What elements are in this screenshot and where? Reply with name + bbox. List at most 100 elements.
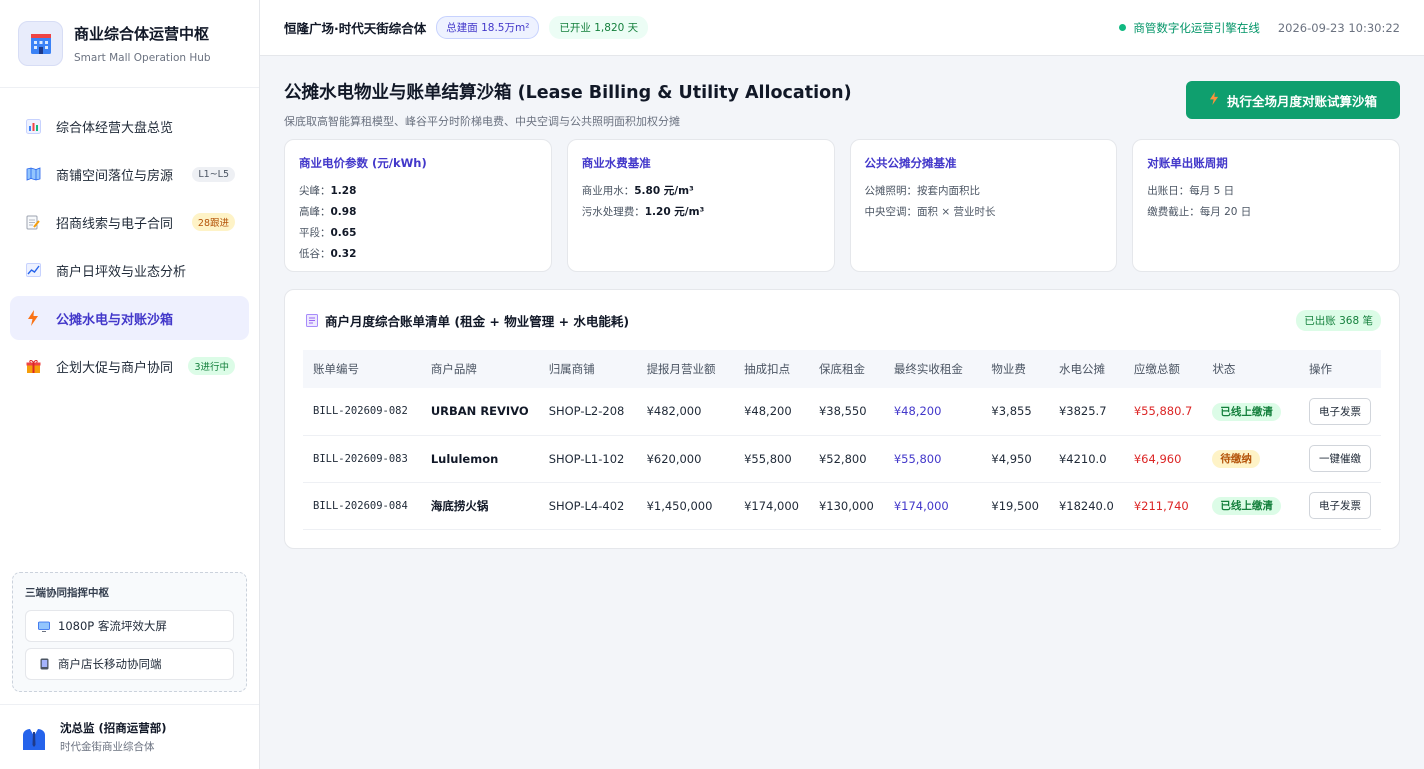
bill-id: BILL-202609-084 (303, 482, 421, 530)
commission: ¥48,200 (734, 388, 809, 436)
bar-chart-icon (24, 117, 42, 135)
table-header: 商户月度综合账单清单 (租金 + 物业管理 + 水电能耗) 已出账 368 笔 (303, 290, 1381, 350)
user-name: 沈总监 (招商运营部) (60, 721, 167, 735)
base-rent: ¥52,800 (808, 435, 884, 483)
final-rent: ¥48,200 (883, 388, 982, 436)
card-title: 对账单出账周期 (1147, 156, 1228, 170)
e-invoice-button[interactable]: 电子发票 (1309, 492, 1371, 519)
base-rent: ¥130,000 (808, 482, 884, 530)
map-icon (24, 165, 42, 183)
col-status: 状态 (1212, 362, 1236, 376)
run-reconciliation-button[interactable]: 执行全场月度对账试算沙箱 (1186, 81, 1400, 119)
rate-row-peak: 尖峰：1.28 (299, 185, 357, 197)
sidebar-item-leads-contracts[interactable]: 招商线索与电子合同 28跟进 (10, 200, 249, 244)
contract-icon (24, 213, 42, 231)
status-cell: 已线上缴清 (1202, 388, 1299, 436)
sidebar-item-utility-billing[interactable]: 公摊水电与对账沙箱 (10, 296, 249, 340)
tenant-brand: Lululemon (420, 435, 539, 483)
rate-row-valley: 低谷：0.32 (299, 248, 357, 260)
area-pill: 总建面 18.5万m² (436, 16, 540, 39)
billed-count-badge: 已出账 368 笔 (1296, 309, 1381, 331)
total-due: ¥211,740 (1123, 482, 1203, 530)
billing-table-card: 商户月度综合账单清单 (租金 + 物业管理 + 水电能耗) 已出账 368 笔 … (284, 289, 1400, 549)
card-title: 商业水费基准 (581, 156, 651, 170)
sidebar-item-shop-space[interactable]: 商铺空间落位与房源 L1~L5 (10, 152, 249, 196)
shared-allocation-card: 公共公摊分摊基准 公摊照明：按套内面积比 中央空调：面积 × 营业时长 (849, 139, 1118, 272)
sidebar-item-label: 公摊水电与对账沙箱 (56, 312, 174, 328)
action-cell: 电子发票 (1299, 482, 1381, 530)
revenue: ¥1,450,000 (636, 482, 735, 530)
col-final-rent: 最终实收租金 (893, 362, 963, 376)
final-rent: ¥174,000 (883, 482, 982, 530)
rate-row-high: 高峰：0.98 (299, 206, 357, 218)
topbar: 恒隆广场·时代天街综合体 总建面 18.5万m² 已开业 1,820 天 商管数… (260, 0, 1424, 56)
sidebar-badge: 28跟进 (191, 213, 235, 231)
sidebar-item-efficiency-analysis[interactable]: 商户日坪效与业态分析 (10, 248, 249, 292)
payment-reminder-button[interactable]: 一键催缴 (1309, 445, 1371, 472)
card-title: 公共公摊分摊基准 (864, 156, 957, 170)
engine-status: 商管数字化运营引擎在线 (1133, 20, 1260, 35)
bill-id: BILL-202609-082 (303, 388, 421, 436)
brand-title: 商业综合体运营中枢 (74, 25, 210, 43)
utility-share: ¥18240.0 (1048, 482, 1124, 530)
status-badge: 已线上缴清 (1212, 497, 1281, 515)
col-shop: 归属商铺 (548, 362, 595, 376)
property-fee: ¥3,855 (981, 388, 1049, 436)
col-action: 操作 (1309, 362, 1332, 376)
utility-share: ¥4210.0 (1048, 435, 1124, 483)
avatar (20, 723, 48, 751)
table-head-row: 账单编号 商户品牌 归属商铺 提报月营业额 抽成扣点 保底租金 最终实收租金 物… (303, 350, 1381, 388)
col-brand: 商户品牌 (430, 362, 477, 376)
billing-table: 账单编号 商户品牌 归属商铺 提报月营业额 抽成扣点 保底租金 最终实收租金 物… (303, 350, 1381, 530)
bolt-icon (1209, 91, 1219, 109)
table-row: BILL-202609-084 海底捞火锅 SHOP-L4-402 ¥1,450… (303, 482, 1381, 530)
action-cell: 电子发票 (1299, 388, 1381, 436)
user-org: 时代金街商业综合体 (60, 741, 155, 753)
sidebar-item-overview[interactable]: 综合体经营大盘总览 (10, 104, 249, 148)
mall-building-icon (18, 21, 63, 66)
sidebar-item-label: 企划大促与商户协同 (56, 360, 174, 376)
sidebar-item-label: 商户日坪效与业态分析 (56, 264, 187, 280)
shop-code: SHOP-L2-208 (538, 388, 637, 436)
property-fee: ¥4,950 (981, 435, 1049, 483)
param-cards: 商业电价参数 (元/kWh) 尖峰：1.28 高峰：0.98 平段：0.65 低… (284, 139, 1400, 272)
rate-row-flat: 平段：0.65 (299, 227, 357, 239)
sidebar-item-label: 商铺空间落位与房源 (56, 168, 174, 184)
e-invoice-button[interactable]: 电子发票 (1309, 397, 1371, 425)
datetime: 2026-09-23 10:30:22 (1277, 20, 1400, 35)
water-row-sewage: 污水处理费：1.20 元/m³ (581, 206, 705, 218)
commission: ¥174,000 (734, 482, 809, 530)
share-row-lighting: 公摊照明：按套内面积比 (864, 185, 981, 197)
bill-list-icon (305, 313, 318, 327)
online-status-dot (1119, 24, 1127, 31)
bill-id: BILL-202609-083 (303, 435, 421, 483)
property-fee: ¥19,500 (981, 482, 1049, 530)
col-total: 应缴总额 (1133, 362, 1180, 376)
big-screen-label: 1080P 客流坪效大屏 (58, 619, 167, 633)
revenue: ¥620,000 (636, 435, 735, 483)
shop-code: SHOP-L1-102 (538, 435, 637, 483)
status-cell: 待缴纳 (1202, 435, 1299, 483)
hub-title: 三端协同指挥中枢 (25, 587, 109, 599)
sidebar-item-promotions[interactable]: 企划大促与商户协同 3进行中 (10, 344, 249, 388)
cycle-row-billing-day: 出账日：每月 5 日 (1147, 185, 1235, 197)
total-due: ¥55,880.7 (1123, 388, 1203, 436)
big-screen-button[interactable]: 1080P 客流坪效大屏 (25, 610, 234, 642)
sidebar-badge: 3进行中 (188, 357, 235, 375)
electricity-rate-card: 商业电价参数 (元/kWh) 尖峰：1.28 高峰：0.98 平段：0.65 低… (284, 139, 552, 272)
page-subtitle: 保底取高智能算租模型、峰谷平分时阶梯电费、中央空调与公共照明面积加权分摊 (284, 115, 680, 128)
status-cell: 已线上缴清 (1202, 482, 1299, 530)
billing-cycle-card: 对账单出账周期 出账日：每月 5 日 缴费截止：每月 20 日 (1132, 139, 1400, 272)
tv-icon (38, 620, 50, 632)
sidebar-nav: 综合体经营大盘总览 商铺空间落位与房源 L1~L5 招商线索与电子合同 28跟进 (0, 88, 259, 388)
mobile-app-button[interactable]: 商户店长移动协同端 (25, 648, 234, 680)
base-rent: ¥38,550 (808, 388, 884, 436)
sidebar-item-label: 招商线索与电子合同 (56, 216, 174, 232)
tenant-brand: 海底捞火锅 (420, 482, 539, 530)
share-row-hvac: 中央空调：面积 × 营业时长 (864, 206, 996, 218)
table-title: 商户月度综合账单清单 (租金 + 物业管理 + 水电能耗) (325, 313, 630, 329)
col-revenue: 提报月营业额 (646, 362, 716, 376)
revenue: ¥482,000 (636, 388, 735, 436)
user-profile[interactable]: 沈总监 (招商运营部) 时代金街商业综合体 (0, 704, 259, 769)
gift-icon (24, 357, 42, 375)
